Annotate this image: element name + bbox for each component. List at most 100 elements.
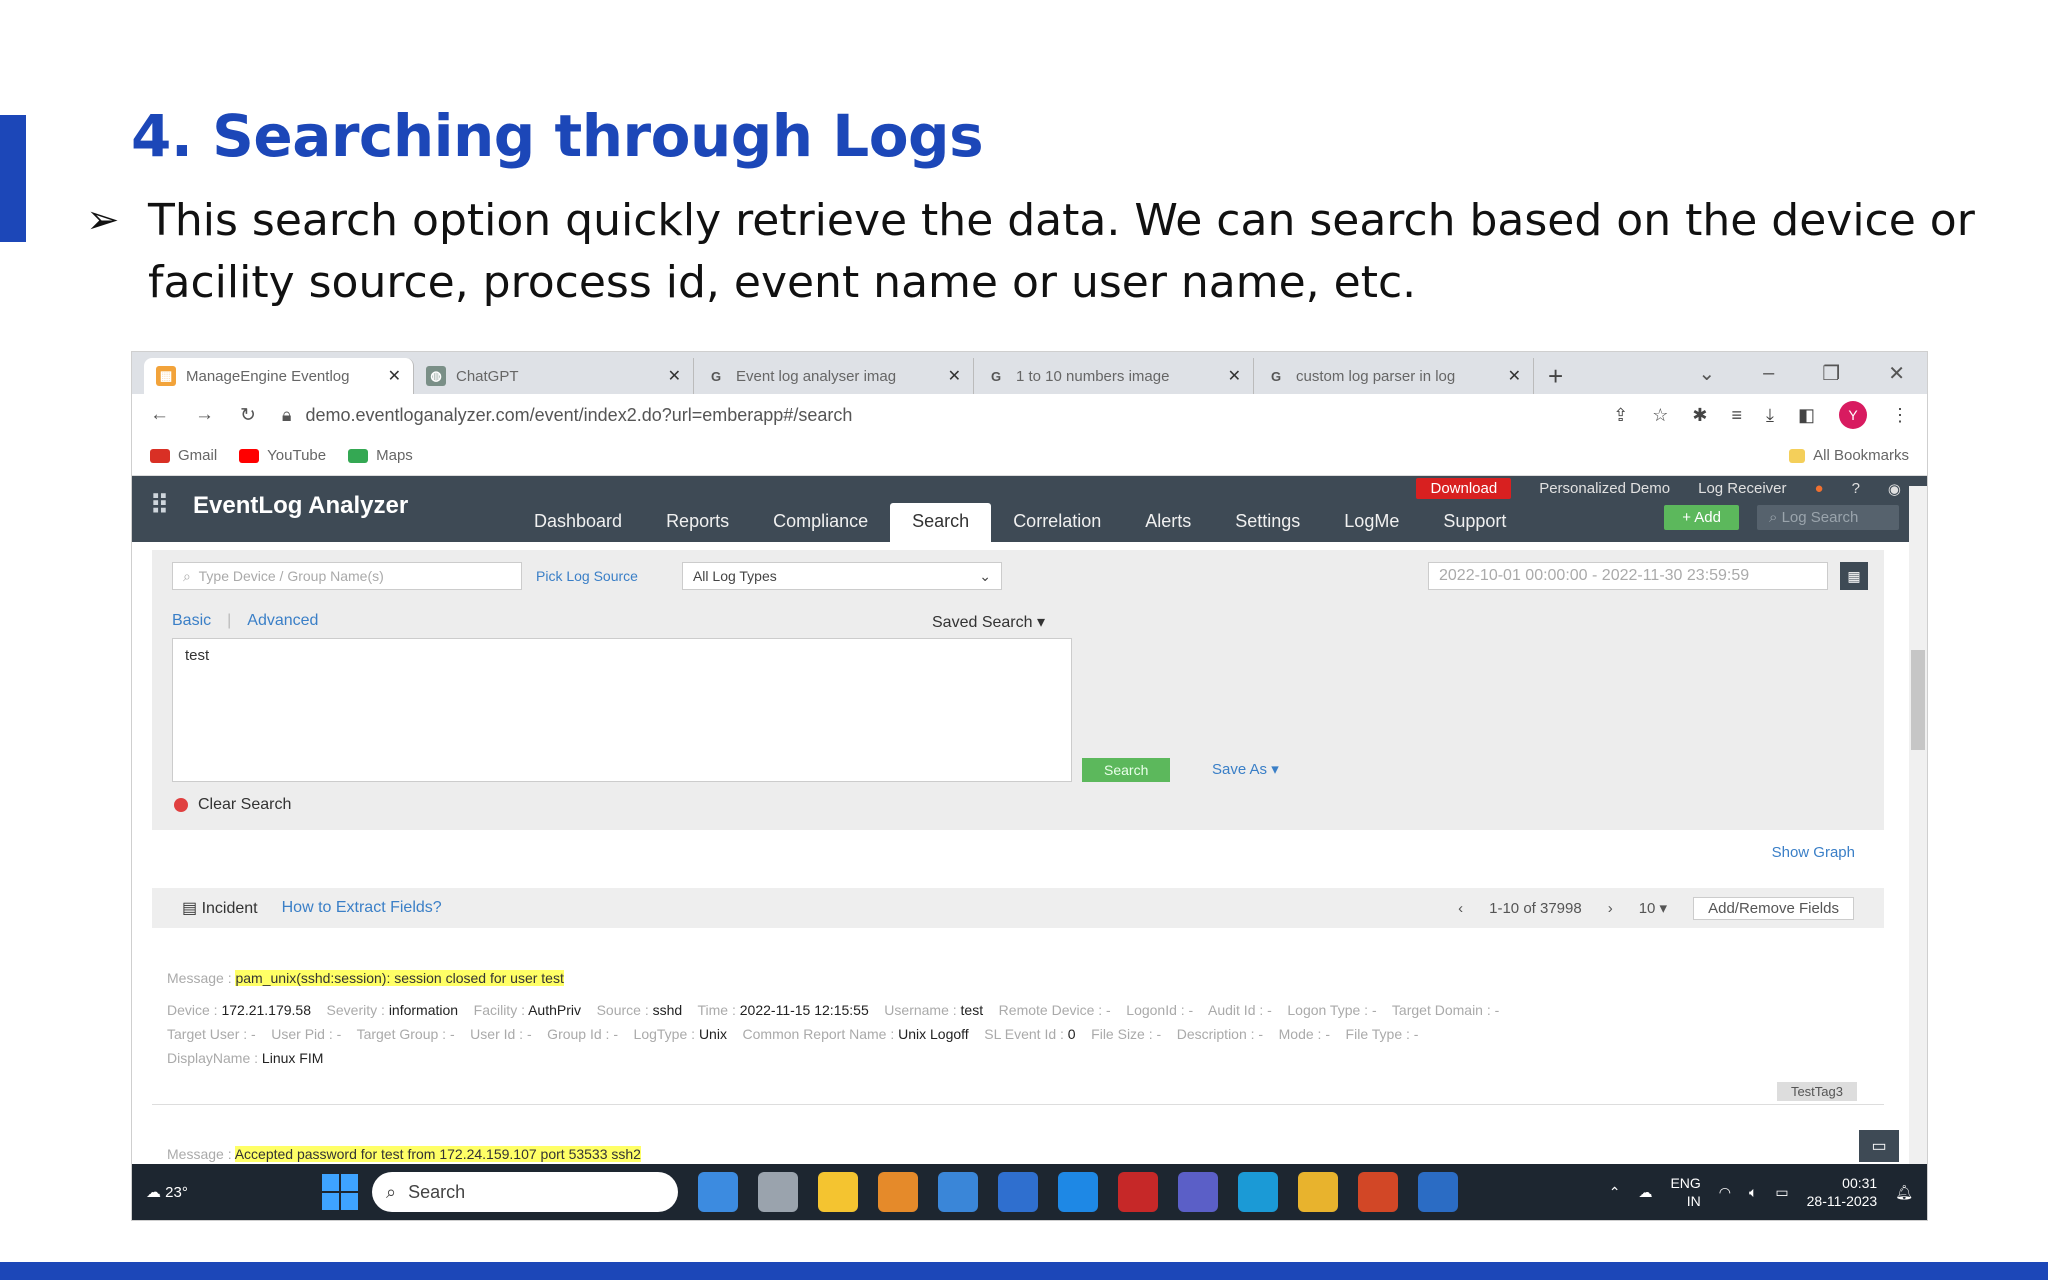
scrollbar-thumb[interactable] xyxy=(1911,650,1925,750)
tab-google-3[interactable]: G custom log parser in log ✕ xyxy=(1254,358,1534,394)
user-icon[interactable]: ◉ xyxy=(1888,480,1901,498)
share-icon[interactable]: ⇪ xyxy=(1613,405,1628,426)
cloud-icon[interactable]: ☁ xyxy=(1638,1184,1652,1201)
log-types-select[interactable]: All Log Types ⌄ xyxy=(681,562,1002,590)
app-icon[interactable] xyxy=(998,1172,1038,1212)
close-icon[interactable]: ✕ xyxy=(668,366,681,386)
record-tag[interactable]: TestTag3 xyxy=(1776,1082,1857,1101)
close-icon[interactable]: ✕ xyxy=(948,366,961,386)
forward-icon[interactable]: → xyxy=(195,404,214,426)
extract-fields-link[interactable]: How to Extract Fields? xyxy=(282,899,442,917)
incident-button[interactable]: ▤ Incident xyxy=(182,898,258,918)
close-icon[interactable]: ✕ xyxy=(388,366,401,386)
tab-google-2[interactable]: G 1 to 10 numbers image ✕ xyxy=(974,358,1254,394)
help-icon[interactable]: ? xyxy=(1852,480,1860,497)
calendar-icon[interactable]: ▦ xyxy=(1840,562,1868,590)
chrome-icon[interactable] xyxy=(1298,1172,1338,1212)
app-icon[interactable] xyxy=(698,1172,738,1212)
close-window-icon[interactable]: ✕ xyxy=(1888,361,1905,386)
nav-logme[interactable]: LogMe xyxy=(1322,503,1421,542)
nav-compliance[interactable]: Compliance xyxy=(751,503,890,542)
weather-widget[interactable]: ☁ 23° xyxy=(132,1183,312,1201)
save-as-dropdown[interactable]: Save As ▾ xyxy=(1212,760,1279,778)
nav-search[interactable]: Search xyxy=(890,503,992,542)
bell-icon[interactable]: ● xyxy=(1815,480,1824,497)
all-bookmarks[interactable]: All Bookmarks xyxy=(1789,447,1909,464)
query-textarea[interactable]: test xyxy=(172,638,1072,782)
teams-icon[interactable] xyxy=(1178,1172,1218,1212)
clear-search-button[interactable]: Clear Search xyxy=(174,796,291,814)
log-types-value: All Log Types xyxy=(692,568,777,584)
saved-search-dropdown[interactable]: Saved Search ▾ xyxy=(932,612,1045,632)
add-button[interactable]: + Add xyxy=(1664,505,1739,530)
restore-icon[interactable]: ❐ xyxy=(1822,361,1840,386)
taskbar-search[interactable]: ⌕ Search xyxy=(372,1172,678,1212)
volume-icon[interactable]: 🔈︎ xyxy=(1749,1184,1757,1201)
bookmark-maps[interactable]: Maps xyxy=(348,447,413,464)
close-icon[interactable]: ✕ xyxy=(1228,366,1241,386)
close-icon[interactable]: ✕ xyxy=(1508,366,1521,386)
device-input[interactable]: ⌕ Type Device / Group Name(s) xyxy=(172,562,522,590)
left-accent-bar xyxy=(0,115,26,242)
notification-bell-icon[interactable]: 🔔︎ xyxy=(1895,1184,1913,1201)
wifi-icon[interactable]: ◠ xyxy=(1719,1184,1731,1201)
log-record[interactable]: Message : Accepted password for test fro… xyxy=(167,1142,1887,1166)
nav-alerts[interactable]: Alerts xyxy=(1123,503,1213,542)
edge-icon[interactable] xyxy=(1238,1172,1278,1212)
back-icon[interactable]: ← xyxy=(150,404,169,426)
minimize-icon[interactable]: – xyxy=(1763,362,1774,385)
tab-advanced[interactable]: Advanced xyxy=(247,612,318,630)
nav-correlation[interactable]: Correlation xyxy=(991,503,1123,542)
search-button[interactable]: Search xyxy=(1082,758,1171,782)
pick-log-source-link[interactable]: Pick Log Source xyxy=(536,568,638,584)
app-icon[interactable] xyxy=(1058,1172,1098,1212)
log-search-input[interactable]: ⌕ Log Search xyxy=(1757,505,1899,530)
language-indicator[interactable]: ENG IN xyxy=(1670,1174,1700,1210)
app-icon[interactable] xyxy=(878,1172,918,1212)
date-range-input[interactable]: 2022-10-01 00:00:00 - 2022-11-30 23:59:5… xyxy=(1428,562,1828,590)
extensions-icon[interactable]: ✱ xyxy=(1692,405,1707,426)
clock[interactable]: 00:31 28-11-2023 xyxy=(1807,1174,1878,1210)
prev-page-icon[interactable]: ‹ xyxy=(1458,900,1463,917)
nav-support[interactable]: Support xyxy=(1421,503,1528,542)
nav-settings[interactable]: Settings xyxy=(1213,503,1322,542)
tab-google-1[interactable]: G Event log analyser imag ✕ xyxy=(694,358,974,394)
show-graph-link[interactable]: Show Graph xyxy=(1772,844,1855,861)
download-button[interactable]: Download xyxy=(1416,478,1512,499)
log-record[interactable]: Message : pam_unix(sshd:session): sessio… xyxy=(167,966,1887,1070)
sidebar-icon[interactable]: ◧ xyxy=(1798,405,1815,426)
scrollbar[interactable] xyxy=(1909,486,1927,1176)
store-icon[interactable] xyxy=(938,1172,978,1212)
mcafee-icon[interactable] xyxy=(1118,1172,1158,1212)
tab-eventlog[interactable]: ▦ ManageEngine Eventlog ✕ xyxy=(144,358,414,394)
chevron-down-icon[interactable]: ⌄ xyxy=(1698,361,1715,386)
next-page-icon[interactable]: › xyxy=(1608,900,1613,917)
bookmark-gmail[interactable]: Gmail xyxy=(150,447,217,464)
app-icon[interactable] xyxy=(1418,1172,1458,1212)
nav-dashboard[interactable]: Dashboard xyxy=(512,503,644,542)
battery-icon[interactable]: ▭ xyxy=(1775,1184,1788,1201)
chevron-up-icon[interactable]: ⌃ xyxy=(1609,1184,1621,1201)
url-field[interactable]: 🔒︎ demo.eventloganalyzer.com/event/index… xyxy=(282,405,1587,426)
apps-grid-icon[interactable]: ⠿ xyxy=(150,490,169,521)
nav-reports[interactable]: Reports xyxy=(644,503,751,542)
reload-icon[interactable]: ↻ xyxy=(240,404,256,427)
add-remove-fields-button[interactable]: Add/Remove Fields xyxy=(1693,896,1854,920)
log-receiver-link[interactable]: Log Receiver xyxy=(1698,480,1786,497)
download-icon[interactable]: ⤓ xyxy=(1766,405,1774,426)
per-page-select[interactable]: 10 ▾ xyxy=(1639,899,1667,917)
chat-icon[interactable]: ▭ xyxy=(1859,1130,1899,1162)
personalized-demo-link[interactable]: Personalized Demo xyxy=(1539,480,1670,497)
tab-chatgpt[interactable]: ◍ ChatGPT ✕ xyxy=(414,358,694,394)
bookmark-youtube[interactable]: YouTube xyxy=(239,447,326,464)
menu-icon[interactable]: ⋮ xyxy=(1891,405,1909,426)
windows-start-icon[interactable] xyxy=(322,1174,358,1210)
tab-basic[interactable]: Basic xyxy=(172,612,211,630)
file-explorer-icon[interactable] xyxy=(818,1172,858,1212)
reading-list-icon[interactable]: ≡ xyxy=(1732,405,1743,426)
app-icon[interactable] xyxy=(758,1172,798,1212)
powerpoint-icon[interactable] xyxy=(1358,1172,1398,1212)
avatar[interactable]: Y xyxy=(1839,401,1867,429)
star-icon[interactable]: ☆ xyxy=(1652,405,1668,426)
new-tab-button[interactable]: + xyxy=(1534,358,1577,394)
